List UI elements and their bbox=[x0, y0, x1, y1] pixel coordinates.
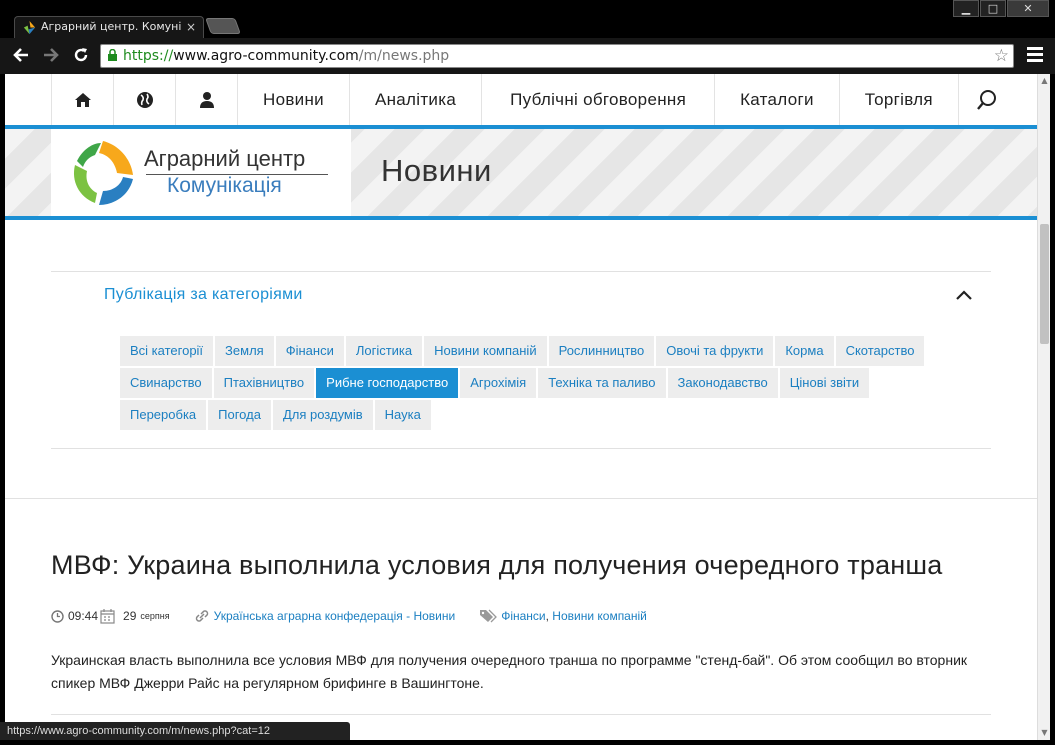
category-button[interactable]: Скотарство bbox=[835, 336, 925, 366]
url-scheme: https:// bbox=[123, 48, 174, 64]
url-host: www.agro-community.com bbox=[173, 48, 359, 64]
article-time: 09:44 bbox=[68, 609, 99, 623]
category-button[interactable]: Логістика bbox=[345, 336, 423, 366]
site-nav: Новини Аналітика Публічні обговорення Ка… bbox=[5, 74, 1037, 126]
category-button[interactable]: Техніка та паливо bbox=[538, 368, 666, 398]
category-button[interactable]: Всі категорії bbox=[120, 336, 214, 366]
category-button[interactable]: Для роздумів bbox=[272, 400, 373, 430]
logo-text-primary: Аграрний центр bbox=[144, 146, 306, 171]
category-button[interactable]: Рослинництво bbox=[548, 336, 655, 366]
article-divider bbox=[51, 714, 991, 715]
category-button[interactable]: Овочі та фрукти bbox=[656, 336, 774, 366]
category-button[interactable]: Законодавство bbox=[667, 368, 778, 398]
tags-icon bbox=[480, 609, 498, 623]
back-arrow-icon[interactable] bbox=[10, 46, 32, 66]
header-bottom-accent-bar bbox=[5, 216, 1037, 220]
chevron-up-icon[interactable] bbox=[955, 286, 973, 304]
site-logo[interactable]: Аграрний центр Комунікація bbox=[51, 129, 351, 216]
window-controls: ▁ □ ✕ bbox=[952, 0, 1049, 17]
browser-tab-title: Аграрний центр. Комунікаці bbox=[41, 20, 181, 33]
category-list: Всі категорії Земля Фінанси Логістика Новини… bbox=[120, 336, 960, 432]
browser-chrome: Аграрний центр. Комунікаці × ▁ □ ✕ https… bbox=[0, 0, 1055, 74]
home-icon[interactable] bbox=[52, 74, 114, 126]
category-button[interactable]: Наука bbox=[374, 400, 431, 430]
category-button[interactable]: Цінові звіти bbox=[779, 368, 870, 398]
nav-link-catalogs[interactable]: Каталоги bbox=[715, 74, 840, 126]
browser-toolbar: https://www.agro-community.com/m/news.ph… bbox=[0, 38, 1055, 74]
search-icon[interactable] bbox=[959, 74, 1015, 126]
category-button[interactable]: Свинарство bbox=[120, 368, 212, 398]
browser-menu-icon[interactable] bbox=[1027, 47, 1043, 63]
globe-icon[interactable] bbox=[114, 74, 176, 126]
bookmark-star-icon[interactable]: ☆ bbox=[994, 45, 1009, 67]
category-button[interactable]: Корма bbox=[775, 336, 834, 366]
category-button[interactable]: Птахівництво bbox=[213, 368, 315, 398]
article-source-link[interactable]: Українська аграрна конфедерація - Новини bbox=[214, 609, 456, 623]
article-tag-finance[interactable]: Фінанси bbox=[501, 609, 545, 623]
close-window-button[interactable]: ✕ bbox=[1007, 0, 1049, 17]
category-panel-heading[interactable]: Публікація за категоріями bbox=[104, 286, 303, 304]
nav-link-news[interactable]: Новини bbox=[238, 74, 350, 126]
section-divider bbox=[5, 498, 1037, 499]
nav-link-trade[interactable]: Торгівля bbox=[840, 74, 959, 126]
address-bar[interactable]: https://www.agro-community.com/m/news.ph… bbox=[100, 44, 1014, 68]
page-viewport: Новини Аналітика Публічні обговорення Ка… bbox=[5, 74, 1037, 740]
article-date-month: серпня bbox=[140, 611, 170, 621]
logo-text-secondary: Комунікація bbox=[167, 174, 282, 197]
article-title[interactable]: МВФ: Украина выполнила условия для получ… bbox=[51, 550, 942, 581]
category-panel: Публікація за категоріями Всі категорії З… bbox=[51, 271, 991, 449]
page-header: Аграрний центр Комунікація Новини bbox=[5, 129, 1037, 216]
clock-icon bbox=[51, 609, 64, 623]
category-button[interactable]: Погода bbox=[208, 400, 271, 430]
category-button[interactable]: Земля bbox=[215, 336, 274, 366]
nav-link-public-discussions[interactable]: Публічні обговорення bbox=[482, 74, 716, 126]
link-icon bbox=[195, 610, 208, 622]
page-title: Новини bbox=[381, 153, 492, 188]
page-scrollbar[interactable]: ▲ ▼ bbox=[1037, 74, 1050, 740]
url-path: /m/news.php bbox=[358, 48, 450, 64]
scrollbar-thumb[interactable] bbox=[1040, 224, 1049, 344]
category-button[interactable]: Агрохімія bbox=[460, 368, 537, 398]
nav-link-analytics[interactable]: Аналітика bbox=[350, 74, 483, 126]
logo-mark-icon bbox=[73, 141, 133, 205]
tag-separator: , bbox=[545, 609, 553, 623]
reload-icon[interactable] bbox=[70, 46, 92, 66]
scroll-up-icon[interactable]: ▲ bbox=[1040, 76, 1049, 86]
category-button[interactable]: Рибне господарство bbox=[316, 368, 459, 398]
new-tab-button[interactable] bbox=[205, 18, 241, 34]
maximize-button[interactable]: □ bbox=[980, 0, 1006, 17]
category-button[interactable]: Фінанси bbox=[275, 336, 344, 366]
site-favicon-icon bbox=[23, 20, 36, 35]
article-meta: 09:44 29 серпня Українська аграрна конфе… bbox=[51, 607, 647, 625]
article-date-day: 29 bbox=[123, 609, 137, 623]
minimize-button[interactable]: ▁ bbox=[953, 0, 979, 17]
article-tag-company-news[interactable]: Новини компаній bbox=[552, 609, 647, 623]
scroll-down-icon[interactable]: ▼ bbox=[1040, 728, 1049, 738]
calendar-icon bbox=[100, 608, 115, 624]
status-url-bubble: https://www.agro-community.com/m/news.ph… bbox=[0, 722, 350, 740]
tab-close-icon[interactable]: × bbox=[186, 17, 196, 37]
browser-tab-active[interactable]: Аграрний центр. Комунікаці × bbox=[14, 16, 204, 38]
lock-icon bbox=[108, 49, 117, 61]
category-button[interactable]: Новини компаній bbox=[424, 336, 547, 366]
user-icon[interactable] bbox=[176, 74, 238, 126]
article-excerpt: Украинская власть выполнила все условия … bbox=[51, 652, 968, 691]
category-button[interactable]: Переробка bbox=[120, 400, 207, 430]
forward-arrow-icon[interactable] bbox=[40, 46, 62, 66]
